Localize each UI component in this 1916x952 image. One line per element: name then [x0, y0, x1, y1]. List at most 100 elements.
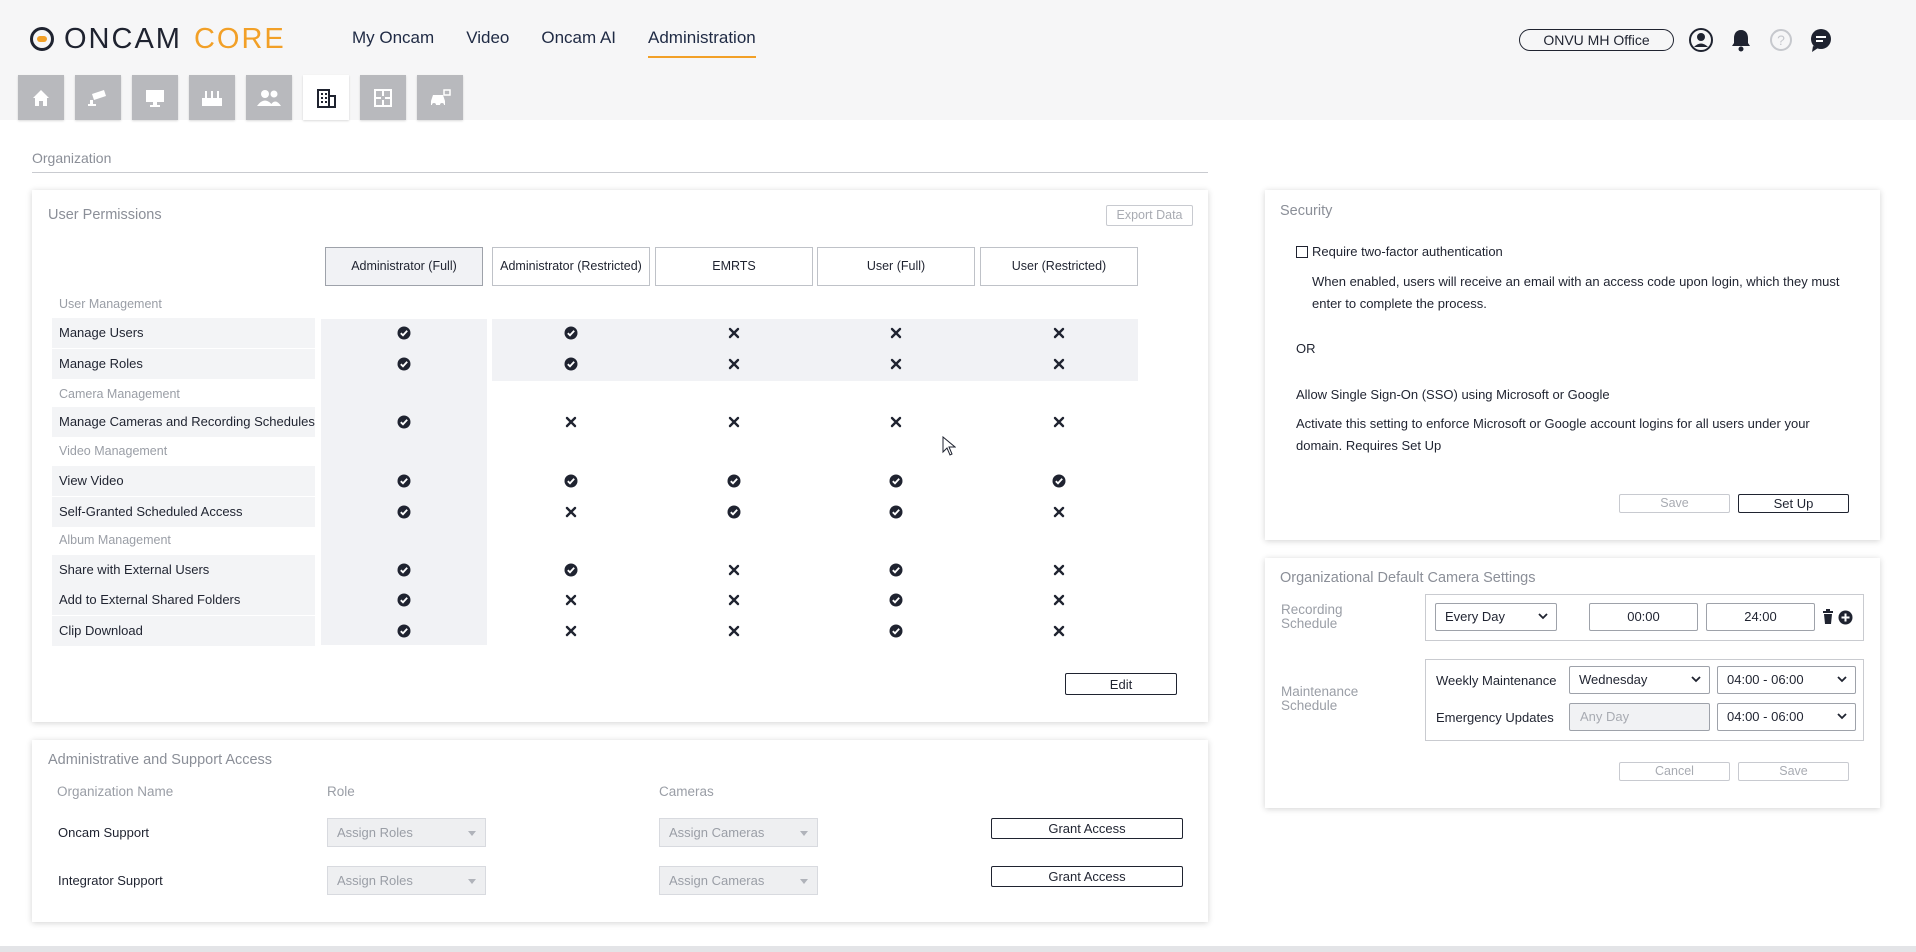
- floorplan-icon: [374, 88, 392, 107]
- emergency-updates-time-select[interactable]: 04:00 - 06:00: [1717, 703, 1856, 731]
- check-icon: [393, 470, 415, 492]
- emergency-updates-time-value: 04:00 - 06:00: [1727, 709, 1804, 724]
- camera-settings-cancel-button[interactable]: Cancel: [1619, 762, 1730, 781]
- chevron-down-icon: [1691, 676, 1701, 683]
- group-album-management: Album Management: [59, 533, 171, 547]
- check-icon: [1048, 470, 1070, 492]
- toolbar-organization[interactable]: [303, 75, 349, 120]
- recording-start-time[interactable]: 00:00: [1589, 603, 1698, 631]
- cross-icon: [1048, 589, 1070, 611]
- toolbar-cameras[interactable]: [75, 75, 121, 120]
- toolbar-recorders[interactable]: [189, 75, 235, 120]
- nav-oncam-ai[interactable]: Oncam AI: [541, 28, 616, 58]
- check-icon: [885, 559, 907, 581]
- col-admin-full[interactable]: Administrator (Full): [325, 247, 483, 286]
- chat-icon[interactable]: [1807, 26, 1835, 54]
- user-profile-icon[interactable]: [1687, 26, 1715, 54]
- vehicle-icon: [431, 88, 451, 107]
- recording-end-time[interactable]: 24:00: [1706, 603, 1815, 631]
- camera-icon: [88, 89, 106, 106]
- recording-day-select[interactable]: Every Day: [1435, 603, 1557, 631]
- notifications-bell-icon[interactable]: [1727, 26, 1755, 54]
- camera-settings-save-button[interactable]: Save: [1738, 762, 1849, 781]
- chevron-down-icon: [1538, 613, 1548, 620]
- help-icon[interactable]: ?: [1767, 26, 1795, 54]
- camera-settings-title: Organizational Default Camera Settings: [1280, 570, 1536, 586]
- col-user-restricted[interactable]: User (Restricted): [980, 247, 1138, 286]
- toolbar-vehicles[interactable]: [417, 75, 463, 120]
- group-user-management: User Management: [59, 297, 162, 311]
- check-icon: [393, 589, 415, 611]
- toolbar-users[interactable]: [246, 75, 292, 120]
- sso-setup-button[interactable]: Set Up: [1738, 494, 1849, 513]
- two-factor-description: When enabled, users will receive an emai…: [1312, 274, 1840, 311]
- perm-row-label: View Video: [52, 466, 315, 496]
- col-emrts[interactable]: EMRTS: [655, 247, 813, 286]
- check-icon: [393, 620, 415, 642]
- group-video-management: Video Management: [59, 444, 168, 458]
- admin-toolbar: [18, 75, 463, 120]
- recording-schedule-label: Recording Schedule: [1281, 602, 1343, 631]
- grant-access-button[interactable]: Grant Access: [991, 866, 1183, 887]
- cross-icon: [1048, 559, 1070, 581]
- cross-icon: [560, 501, 582, 523]
- org-name-integrator-support: Integrator Support: [58, 873, 163, 888]
- col-user-full[interactable]: User (Full): [817, 247, 975, 286]
- header-cameras: Cameras: [659, 784, 714, 799]
- cross-icon: [723, 322, 745, 344]
- check-icon: [560, 353, 582, 375]
- svg-text:?: ?: [1777, 32, 1785, 48]
- monitor-icon: [146, 89, 164, 107]
- cross-icon: [1048, 501, 1070, 523]
- nav-video[interactable]: Video: [466, 28, 509, 58]
- cross-icon: [885, 322, 907, 344]
- oncam-core-logo[interactable]: ONCAM CORE: [30, 22, 286, 55]
- horizontal-scrollbar[interactable]: [0, 946, 1916, 952]
- user-permissions-title: User Permissions: [48, 207, 162, 223]
- trash-icon[interactable]: [1822, 609, 1834, 629]
- assign-roles-dropdown[interactable]: Assign Roles: [327, 818, 486, 847]
- assign-cameras-dropdown[interactable]: Assign Cameras: [659, 866, 818, 895]
- weekly-maintenance-day-select[interactable]: Wednesday: [1569, 666, 1710, 694]
- site-selector[interactable]: ONVU MH Office: [1519, 29, 1674, 51]
- check-icon: [393, 501, 415, 523]
- toolbar-home[interactable]: [18, 75, 64, 120]
- chevron-down-icon: [1837, 713, 1847, 720]
- edit-permissions-button[interactable]: Edit: [1065, 673, 1177, 695]
- perm-row-label: Manage Users: [52, 318, 315, 348]
- user-mgmt-row-shade: [492, 319, 1138, 381]
- export-data-button[interactable]: Export Data: [1106, 205, 1193, 226]
- cross-icon: [1048, 322, 1070, 344]
- nav-my-oncam[interactable]: My Oncam: [352, 28, 434, 58]
- home-icon: [33, 89, 49, 106]
- cross-icon: [885, 411, 907, 433]
- toolbar-monitors[interactable]: [132, 75, 178, 120]
- check-icon: [723, 501, 745, 523]
- assign-roles-dropdown[interactable]: Assign Roles: [327, 866, 486, 895]
- check-icon: [393, 411, 415, 433]
- assign-cameras-dropdown[interactable]: Assign Cameras: [659, 818, 818, 847]
- security-save-button[interactable]: Save: [1619, 494, 1730, 513]
- main-nav: My Oncam Video Oncam AI Administration: [352, 28, 756, 58]
- check-icon: [885, 470, 907, 492]
- cross-icon: [885, 353, 907, 375]
- nav-administration[interactable]: Administration: [648, 28, 756, 58]
- col-admin-restricted[interactable]: Administrator (Restricted): [492, 247, 650, 286]
- toolbar-floorplans[interactable]: [360, 75, 406, 120]
- cross-icon: [723, 559, 745, 581]
- weekly-maintenance-day-value: Wednesday: [1579, 672, 1648, 687]
- two-factor-label[interactable]: Require two-factor authentication: [1312, 241, 1503, 263]
- perm-row-label: Self-Granted Scheduled Access: [52, 497, 315, 527]
- divider: [32, 172, 1208, 173]
- check-icon: [885, 501, 907, 523]
- cross-icon: [560, 411, 582, 433]
- weekly-maintenance-time-select[interactable]: 04:00 - 06:00: [1717, 666, 1856, 694]
- cross-icon: [723, 353, 745, 375]
- emergency-updates-day-input[interactable]: Any Day: [1569, 703, 1710, 731]
- grant-access-button[interactable]: Grant Access: [991, 818, 1183, 839]
- perm-row-label: Clip Download: [52, 616, 315, 646]
- brand-name-part1: ONCAM: [64, 22, 182, 55]
- two-factor-checkbox[interactable]: [1296, 246, 1308, 258]
- check-icon: [393, 353, 415, 375]
- add-schedule-icon[interactable]: [1838, 610, 1853, 630]
